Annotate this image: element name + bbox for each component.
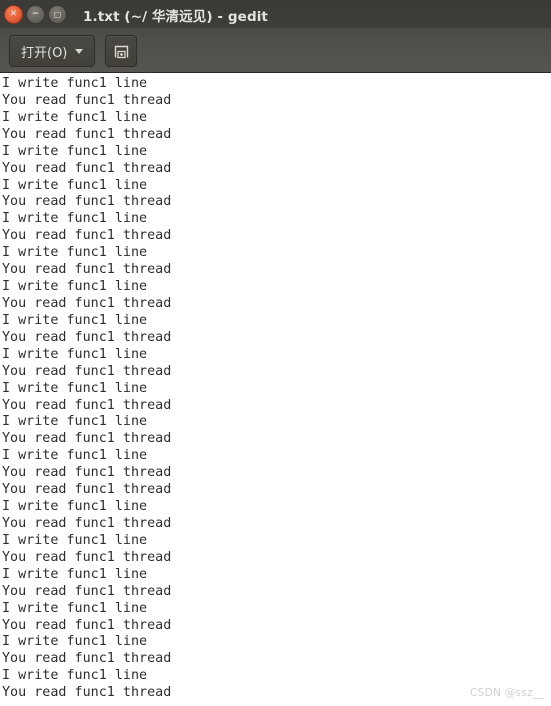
maximize-icon: □ [53,9,62,19]
document-line: You read func1 thread [2,295,172,311]
document-line: I write func1 line [2,448,148,464]
document-line: You read func1 thread [2,651,172,667]
document-line: I write func1 line [2,380,148,396]
document-line: I write func1 line [2,566,148,582]
document-line: I write func1 line [2,76,148,91]
minimize-icon: − [31,9,40,19]
document-line: I write func1 line [2,532,148,548]
watermark: CSDN @ssz__ [469,687,544,699]
document-line: You read func1 thread [2,465,172,481]
document-line: I write func1 line [2,312,148,328]
document-line: I write func1 line [2,211,148,227]
document-line: I write func1 line [2,499,148,515]
document-line: You read func1 thread [2,431,172,447]
document-line: I write func1 line [2,414,148,430]
document-line: You read func1 thread [2,617,172,633]
document-line: I write func1 line [2,668,148,684]
document-line: I write func1 line [2,143,148,159]
document-line: You read func1 thread [2,685,172,701]
document-line: You read func1 thread [2,228,172,244]
window-header-bar: ✕ − □ 1.txt (~/ 华清远见) - gedit 打开(O) [0,0,551,73]
chevron-down-icon [75,48,84,54]
close-button[interactable]: ✕ [4,5,23,24]
document-line: You read func1 thread [2,397,172,413]
save-button[interactable] [105,35,137,67]
open-button-label: 打开(O) [21,45,68,61]
document-line: I write func1 line [2,245,148,261]
document-line: You read func1 thread [2,482,172,498]
document-line: I write func1 line [2,177,148,193]
document-lines[interactable]: I write func1 line You read func1 thread I… [0,73,551,702]
document-line: You read func1 thread [2,549,172,565]
gedit-window: ✕ − □ 1.txt (~/ 华清远见) - gedit 打开(O) I wr… [0,0,551,706]
window-title: 1.txt (~/ 华清远见) - gedit [83,8,268,25]
toolbar: 打开(O) [0,29,551,73]
document-line: You read func1 thread [2,262,172,278]
document-line: You read func1 thread [2,92,172,108]
document-line: You read func1 thread [2,194,172,210]
title-row: ✕ − □ 1.txt (~/ 华清远见) - gedit [0,0,551,29]
document-line: I write func1 line [2,109,148,125]
text-editor-view[interactable]: I write func1 line You read func1 thread I… [0,73,551,706]
document-line: I write func1 line [2,634,148,650]
document-line: You read func1 thread [2,329,172,345]
maximize-button[interactable]: □ [48,5,67,24]
document-line: You read func1 thread [2,363,172,379]
window-controls: ✕ − □ [0,5,67,24]
document-line: You read func1 thread [2,583,172,599]
open-button[interactable]: 打开(O) [9,35,95,67]
save-icon [114,45,128,58]
close-icon: ✕ [9,9,18,19]
document-line: You read func1 thread [2,515,172,531]
document-line: You read func1 thread [2,126,172,142]
document-line: I write func1 line [2,346,148,362]
document-line: You read func1 thread [2,160,172,176]
minimize-button[interactable]: − [26,5,45,24]
document-line: I write func1 line [2,600,148,616]
document-line: I write func1 line [2,279,148,295]
